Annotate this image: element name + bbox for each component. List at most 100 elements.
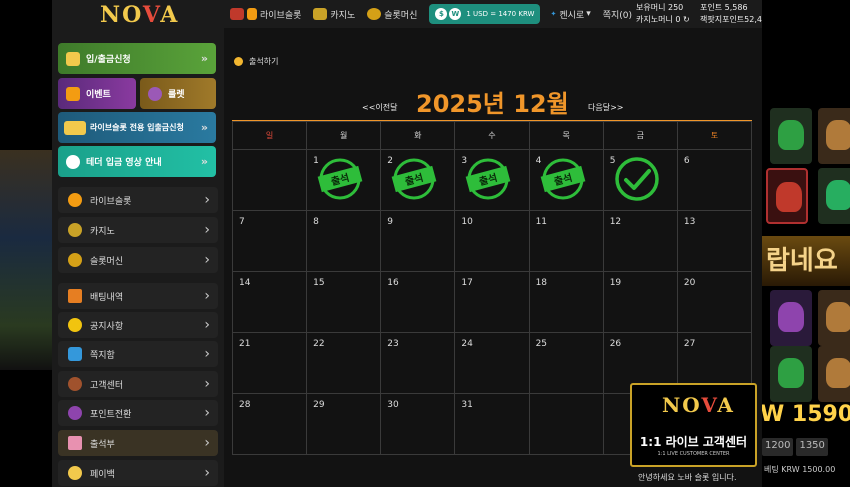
user-menu[interactable]: ✦ 켄시로 ▾ — [550, 8, 590, 21]
calendar-day-cell[interactable]: 31 — [454, 393, 530, 455]
calendar-day-cell[interactable]: 2 출석 — [380, 149, 456, 211]
weekday-row: 일 월 화 수 목 금 토 — [231, 121, 753, 150]
weekday-header: 금 — [602, 121, 678, 150]
calendar-day-cell[interactable]: 28 — [231, 393, 308, 455]
roulette-button[interactable]: 룰렛 — [140, 78, 216, 109]
nav-live-slot[interactable]: 라이브슬롯 — [247, 8, 301, 21]
sidebar-item-point-exchange[interactable]: 포인트전환 › — [58, 400, 218, 426]
calendar-day-cell[interactable]: 14 — [231, 271, 308, 333]
chevron-right-icon: › — [204, 222, 210, 238]
bet-option: 1350 — [796, 438, 828, 456]
logo-text-right: A — [717, 393, 735, 417]
calendar-day-cell[interactable]: 25 — [528, 332, 604, 394]
sidebar-item-label: 카지노 — [90, 226, 115, 237]
live-slot-icon — [247, 8, 257, 20]
calendar-day-cell[interactable]: 20 — [676, 271, 753, 333]
slot-symbol — [766, 168, 808, 224]
calendar-day-number: 29 — [313, 400, 325, 410]
calendar-day-cell[interactable]: 6 — [676, 149, 753, 211]
calendar-day-cell[interactable]: 1 출석 — [306, 149, 382, 211]
slot-machine-icon — [367, 8, 382, 20]
background-game-bets: 1200 1350 — [762, 438, 850, 456]
background-game-bet-label: 베팅 KRW 1500.00 — [764, 465, 836, 474]
calendar-day-cell[interactable]: 3 출석 — [454, 149, 530, 211]
calendar-day-cell[interactable]: 17 — [454, 271, 530, 333]
sidebar-item-bet-history[interactable]: 배팅내역 › — [58, 283, 218, 309]
slot-symbol — [818, 346, 850, 402]
sidebar-item-messages[interactable]: 쪽지함 › — [58, 341, 218, 367]
calendar-day-cell[interactable]: 22 — [306, 332, 382, 394]
sidebar-item-notice[interactable]: 공지사항 › — [58, 312, 218, 338]
sidebar-item-live-slot[interactable]: 라이브슬롯 › — [58, 187, 218, 213]
prev-month-link[interactable]: <<이전달 — [362, 102, 398, 113]
casino-icon — [68, 223, 82, 237]
megaphone-icon — [68, 318, 82, 332]
sidebar-item-payback[interactable]: 페이백 › — [58, 460, 218, 486]
messages-link[interactable]: 쪽지(0) — [603, 8, 632, 21]
refresh-icon[interactable]: ↻ — [683, 15, 690, 24]
calendar-day-cell[interactable]: 7 — [231, 210, 308, 272]
calendar-day-cell[interactable]: 19 — [602, 271, 678, 333]
nav-casino[interactable]: 카지노 — [313, 8, 355, 21]
sidebar-item-attendance[interactable]: 출석부 › — [58, 430, 218, 456]
brand-logo[interactable]: NOVA — [100, 2, 179, 28]
attendance-stamp-icon: 출석 — [466, 158, 511, 200]
sidebar-item-casino[interactable]: 카지노 › — [58, 217, 218, 243]
calendar-empty-cell — [231, 149, 308, 211]
calendar-day-cell[interactable]: 23 — [380, 332, 456, 394]
calendar-day-cell[interactable]: 12 — [602, 210, 678, 272]
attendance-stamp-icon: 출석 — [317, 158, 363, 200]
logo-text-left: NO — [662, 393, 702, 417]
chevron-right-icon: › — [204, 288, 210, 304]
calendar-day-number: 17 — [461, 278, 473, 288]
calendar-day-number: 8 — [313, 217, 319, 227]
tether-icon — [66, 154, 80, 169]
balance-value: 250 — [668, 3, 684, 12]
tether-guide-button[interactable]: 테더 입금 영상 안내 » — [58, 146, 216, 177]
next-month-link[interactable]: 다음달>> — [588, 102, 624, 113]
calendar-day-number: 13 — [683, 217, 696, 227]
calendar-day-cell[interactable]: 29 — [306, 393, 382, 455]
sidebar-item-label: 쪽지함 — [90, 350, 115, 361]
calendar-day-number: 14 — [239, 278, 251, 288]
calendar-day-cell[interactable]: 9 — [380, 210, 456, 272]
event-button[interactable]: 이벤트 — [58, 78, 136, 109]
calendar-header: <<이전달 2025년 12월 다음달>> — [224, 78, 762, 118]
sidebar-item-label: 슬롯머신 — [90, 256, 124, 267]
weekday-header: 목 — [528, 121, 604, 150]
slot-machine-icon — [68, 253, 82, 267]
calendar-day-cell[interactable]: 5 — [602, 149, 678, 211]
calendar-day-number: 12 — [609, 217, 622, 227]
calendar-day-cell[interactable]: 21 — [231, 332, 308, 394]
calendar-day-cell[interactable]: 8 — [306, 210, 382, 272]
sidebar-item-slot-machine[interactable]: 슬롯머신 › — [58, 247, 218, 273]
live-support-banner[interactable]: NOVA 1:1 라이브 고객센터 1:1 LIVE CUSTOMER CENT… — [630, 383, 757, 467]
calendar-day-cell[interactable]: 15 — [306, 271, 382, 333]
app-root: 랍네요 W 15900 1200 1350 베팅 KRW 1500.00 NOV… — [0, 0, 850, 487]
calendar-day-cell[interactable]: 13 — [676, 210, 753, 272]
calendar-day-cell[interactable]: 24 — [454, 332, 530, 394]
jackpot-value: 52,4 — [744, 15, 762, 24]
chevron-right-icon: › — [204, 376, 210, 392]
calendar-day-cell[interactable]: 4 출석 — [528, 149, 604, 211]
calendar-day-cell[interactable]: 30 — [380, 393, 456, 455]
support-greeting: 안녕하세요 노바 슬롯 입니다. — [638, 473, 737, 482]
sidebar-item-label: 라이브슬롯 — [90, 196, 132, 207]
support-subtitle: 1:1 LIVE CUSTOMER CENTER — [657, 451, 730, 457]
calendar-day-cell[interactable]: 10 — [454, 210, 530, 272]
calendar-day-cell[interactable]: 18 — [528, 271, 604, 333]
calendar-day-number: 30 — [387, 400, 399, 410]
sidebar-item-support[interactable]: 고객센터 › — [58, 371, 218, 397]
calendar-day-number: 18 — [535, 278, 548, 288]
live-slot-deposit-button[interactable]: 라이브슬롯 전용 입출금신청 » — [58, 112, 216, 143]
attendance-button[interactable]: 출석하기 — [234, 56, 278, 67]
calendar-day-cell[interactable]: 16 — [380, 271, 456, 333]
chevron-down-icon: ▾ — [586, 9, 591, 19]
live-slot-deposit-label: 라이브슬롯 전용 입출금신청 — [90, 123, 184, 132]
deposit-withdraw-button[interactable]: 입/출금신청 » — [58, 43, 216, 74]
double-chevron-right-icon: » — [200, 121, 208, 134]
nav-slot-machine[interactable]: 슬롯머신 — [367, 8, 417, 21]
calendar-day-cell[interactable]: 11 — [528, 210, 604, 272]
calendar-day-number: 25 — [535, 339, 548, 349]
calendar-day-number: 11 — [535, 217, 548, 227]
